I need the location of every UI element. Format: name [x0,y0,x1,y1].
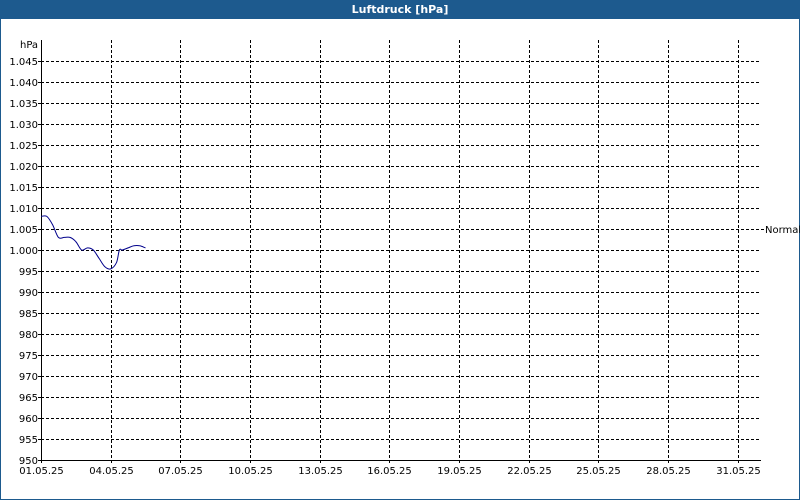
y-tick-label: 1.025 [9,141,38,152]
y-tick-label: 995 [19,267,38,278]
x-tick-label: 19.05.25 [437,466,482,477]
chart-area: 9509559609659709759809859909951.0001.005… [9,40,800,477]
y-tick-label: 990 [19,288,38,299]
x-tick-label: 10.05.25 [228,466,273,477]
y-tick-label: 1.040 [9,78,38,89]
x-tick-label: 16.05.25 [367,466,412,477]
y-tick-label: 1.030 [9,120,38,131]
series-line [40,215,146,270]
reference-label-normal: Normal [765,225,800,236]
y-tick-label: 975 [19,351,38,362]
y-tick-label: 1.010 [9,204,38,215]
y-tick-label: 1.015 [9,183,38,194]
y-tick-label: 980 [19,330,38,341]
y-tick-label: 985 [19,309,38,320]
x-tick-label: 28.05.25 [646,466,691,477]
y-axis-label: hPa [20,40,38,51]
x-tick-label: 22.05.25 [507,466,552,477]
y-tick-label: 965 [19,393,38,404]
x-tick-label: 13.05.25 [298,466,343,477]
y-tick-label: 1.005 [9,225,38,236]
x-tick-label: 31.05.25 [716,466,761,477]
x-axis-ticks: 01.05.25 04.05.25 07.05.25 10.05.25 13.05.25… [19,460,761,477]
x-tick-label: 04.05.25 [89,466,134,477]
y-tick-label: 1.020 [9,162,38,173]
grid [41,40,761,461]
y-axis-ticks: 9509559609659709759809859909951.0001.005… [9,57,41,467]
x-tick-label: 01.05.25 [19,466,64,477]
x-tick-label: 07.05.25 [158,466,203,477]
y-tick-label: 1.035 [9,99,38,110]
y-tick-label: 1.045 [9,57,38,68]
y-tick-label: 955 [19,435,38,446]
y-tick-label: 970 [19,372,38,383]
x-tick-label: 25.05.25 [576,466,621,477]
y-tick-label: 960 [19,414,38,425]
y-tick-label: 1.000 [9,246,38,257]
